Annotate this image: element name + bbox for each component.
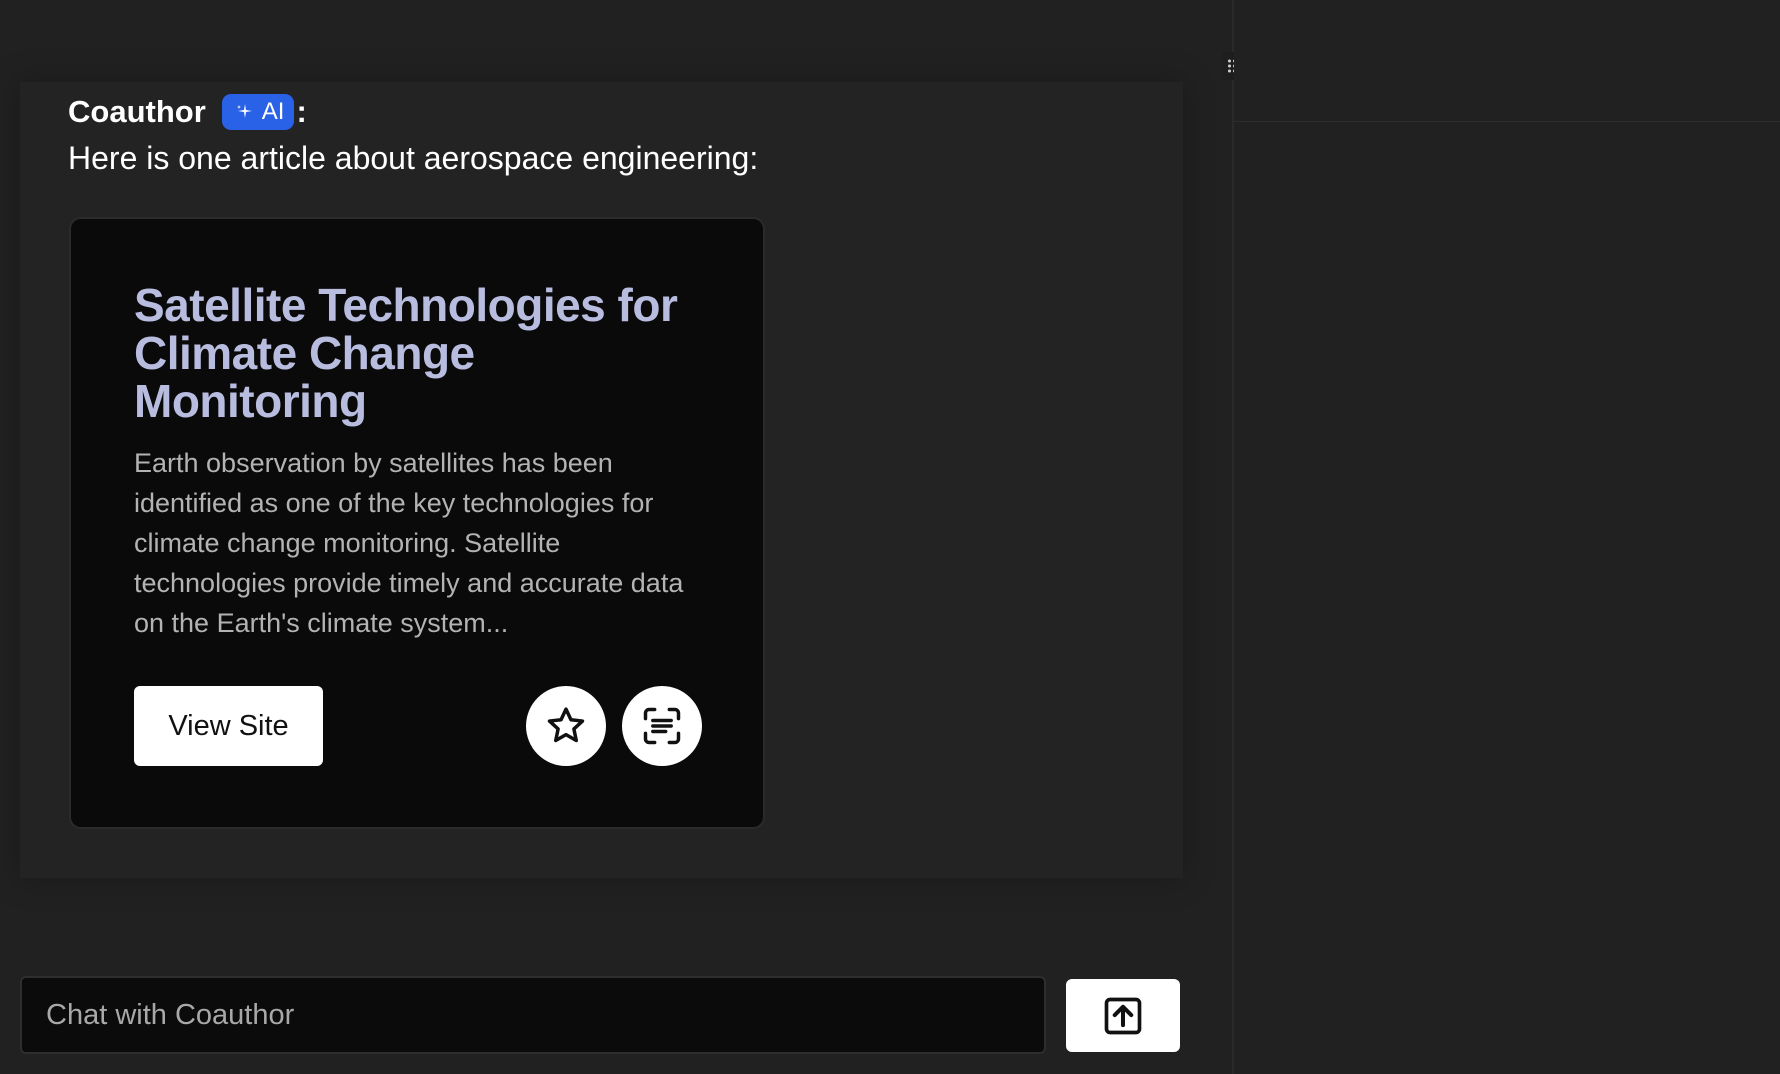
article-summary: Earth observation by satellites has been… (134, 448, 684, 638)
chat-input[interactable] (20, 976, 1046, 1054)
article-title: Satellite Technologies for Climate Chang… (134, 279, 678, 427)
favorite-button[interactable] (526, 686, 606, 766)
sender-name: Coauthor (68, 94, 206, 129)
article-card: Satellite Technologies for Climate Chang… (69, 217, 765, 829)
message-text: Here is one article about aerospace engi… (68, 140, 759, 176)
message-header: Coauthor AI : (68, 92, 307, 132)
right-pane-header (1234, 0, 1780, 122)
ai-badge: AI (221, 94, 295, 130)
header-separator: : (296, 94, 307, 129)
summarize-button[interactable] (622, 686, 702, 766)
view-site-button[interactable]: View Site (134, 686, 323, 766)
ai-badge-label: AI (261, 98, 285, 125)
message-panel: Coauthor AI : Here is one article about … (20, 82, 1183, 878)
right-pane (1234, 0, 1780, 1074)
chat-pane: Coauthor AI : Here is one article about … (0, 0, 1233, 1074)
arrow-up-square-icon (1104, 997, 1142, 1034)
star-icon (547, 707, 585, 743)
send-button[interactable] (1066, 979, 1180, 1052)
text-scan-icon (643, 707, 681, 745)
app-window: Coauthor AI : Here is one article about … (0, 0, 1780, 1074)
sparkle-icon (236, 104, 252, 118)
